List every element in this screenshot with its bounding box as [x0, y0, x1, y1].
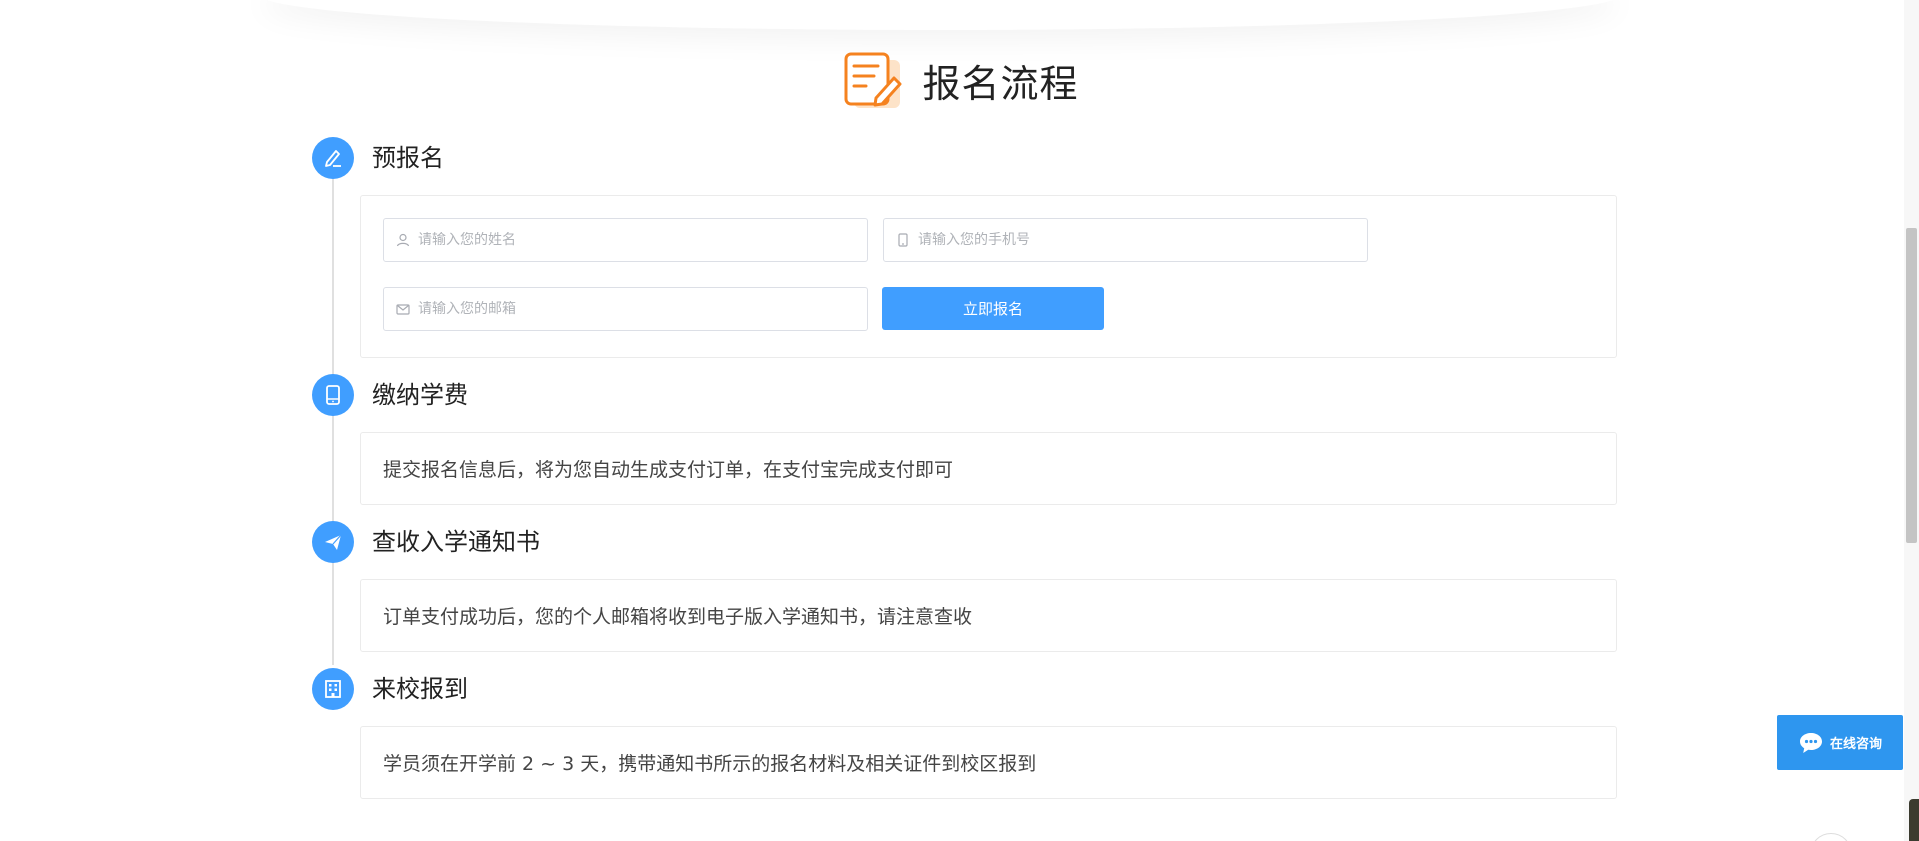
- scrollbar-track[interactable]: [1904, 0, 1919, 841]
- step-title-admission-notice: 查收入学通知书: [372, 528, 540, 556]
- scrollbar-thumb[interactable]: [1906, 228, 1917, 543]
- admission-notice-card: 订单支付成功后，您的个人邮箱将收到电子版入学通知书，请注意查收: [360, 579, 1617, 652]
- phone-field[interactable]: [883, 218, 1368, 262]
- report-to-school-card: 学员须在开学前 2 ~ 3 天，携带通知书所示的报名材料及相关证件到校区报到: [360, 726, 1617, 799]
- page-title: 报名流程: [922, 61, 1079, 106]
- mobile-icon: [898, 233, 908, 247]
- building-icon: [325, 680, 341, 698]
- phone-input[interactable]: [918, 232, 1338, 248]
- email-field[interactable]: [383, 287, 868, 331]
- mail-icon: [396, 304, 410, 315]
- pen-icon: [325, 150, 341, 167]
- online-consult-label: 在线咨询: [1829, 737, 1882, 752]
- admission-notice-text: 订单支付成功后，您的个人邮箱将收到电子版入学通知书，请注意查收: [383, 606, 973, 628]
- pay-tuition-card: 提交报名信息后，将为您自动生成支付订单，在支付宝完成支付即可: [360, 432, 1617, 505]
- corner-widget: [1909, 799, 1919, 841]
- section-header: 报名流程: [0, 50, 1919, 110]
- step-icon-pay-tuition: [312, 374, 354, 416]
- step-icon-admission-notice: [312, 521, 354, 563]
- report-to-school-text: 学员须在开学前 2 ~ 3 天，携带通知书所示的报名材料及相关证件到校区报到: [383, 753, 1037, 775]
- name-input[interactable]: [418, 232, 838, 248]
- register-now-button[interactable]: 立即报名: [882, 287, 1104, 330]
- step-icon-pre-register: [312, 137, 354, 179]
- registration-form-icon: [844, 52, 902, 108]
- step-icon-report-to-school: [312, 668, 354, 710]
- pre-register-form-card: 立即报名: [360, 195, 1617, 358]
- chat-bubble-icon: [1799, 732, 1822, 753]
- name-field[interactable]: [383, 218, 868, 262]
- user-icon: [396, 233, 410, 247]
- step-title-report-to-school: 来校报到: [372, 675, 468, 703]
- top-section-shadow: [260, 0, 1620, 30]
- online-consult-button[interactable]: 在线咨询: [1777, 715, 1903, 770]
- tablet-icon: [326, 385, 340, 405]
- paper-plane-icon: [325, 534, 342, 550]
- pay-tuition-text: 提交报名信息后，将为您自动生成支付订单，在支付宝完成支付即可: [383, 459, 954, 481]
- email-input[interactable]: [418, 301, 838, 317]
- step-title-pre-register: 预报名: [372, 144, 444, 172]
- step-title-pay-tuition: 缴纳学费: [372, 381, 468, 409]
- timeline-line: [332, 175, 334, 665]
- back-to-top-button[interactable]: [1810, 833, 1852, 841]
